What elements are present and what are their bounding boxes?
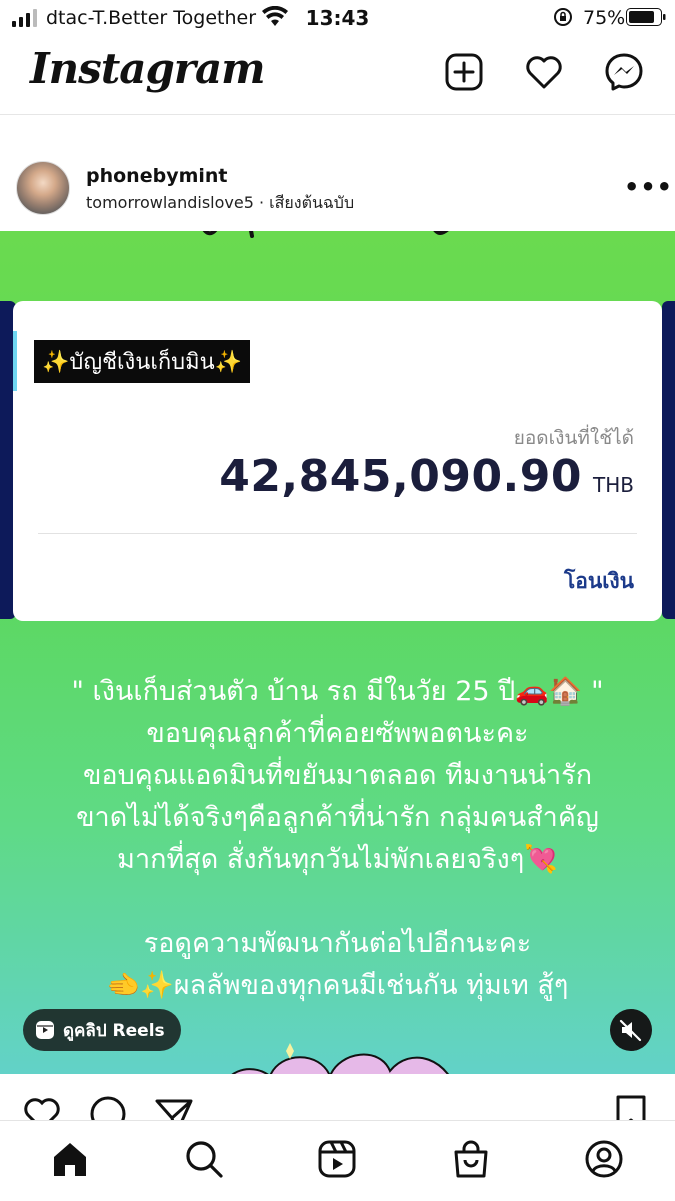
card-edge-right xyxy=(662,301,675,619)
reels-tab-icon[interactable] xyxy=(317,1139,357,1179)
clock: 13:43 xyxy=(305,6,370,30)
transfer-label: โอนเงิน xyxy=(563,569,634,593)
handwriting-decoration xyxy=(202,231,449,238)
post-username[interactable]: phonebymint xyxy=(86,165,228,187)
post-media[interactable]: ✨บัญชีเงินเก็บมิน✨ ยอดเงินที่ใช้ได้ 42,8… xyxy=(0,231,675,1074)
rotation-lock-icon xyxy=(554,8,572,26)
caption-line: ขอบคุณแอดมินที่ขยันมาตลอด ทีมงานน่ารัก xyxy=(82,760,593,791)
balance-label: ยอดเงินที่ใช้ได้ xyxy=(513,427,634,449)
watch-reels-button[interactable]: ดูคลิป Reels xyxy=(23,1009,181,1051)
more-options-icon[interactable]: ••• xyxy=(624,173,673,201)
app-header: Instagram xyxy=(0,36,675,115)
caption-line: รอดูความพัฒนากันต่อไปอีกนะคะ xyxy=(143,928,532,959)
balance-currency: THB xyxy=(593,473,634,497)
reels-icon xyxy=(36,1021,54,1039)
home-icon[interactable] xyxy=(50,1139,90,1179)
search-icon[interactable] xyxy=(184,1139,224,1179)
caption-line: 🫲✨ผลลัพของทุกคนมีเช่นกัน ทุ่มเท สู้ๆ xyxy=(106,970,569,1001)
post-header: phonebymint tomorrowlandislove5 · เสียงต… xyxy=(0,145,675,230)
caption-line: " เงินเก็บส่วนตัว บ้าน รถ มีในวัย 25 ปี🚗… xyxy=(71,676,604,707)
caption-line: ขาดไม่ได้จริงๆคือลูกค้าที่น่ารัก กลุ่มคน… xyxy=(76,802,599,833)
battery-percent: 75% xyxy=(583,7,626,29)
bookmark-icon[interactable] xyxy=(614,1094,648,1120)
post-actions xyxy=(0,1074,675,1120)
share-icon[interactable] xyxy=(154,1096,194,1120)
caption-line: มากที่สุด สั่งกันทุกวันไม่พักเลยจริงๆ💘 xyxy=(117,844,558,875)
card-accent xyxy=(13,331,17,391)
messenger-icon[interactable] xyxy=(604,52,644,92)
profile-icon[interactable] xyxy=(584,1139,624,1179)
sticker-decoration xyxy=(231,1043,449,1074)
shop-icon[interactable] xyxy=(451,1139,491,1179)
reels-label: ดูคลิป Reels xyxy=(63,1020,165,1041)
balance-amount: 42,845,090.90 xyxy=(219,451,582,502)
status-bar: dtac-T.Better Together 13:43 75% xyxy=(0,0,675,36)
like-heart-icon[interactable] xyxy=(22,1094,62,1120)
image-caption: " เงินเก็บส่วนตัว บ้าน รถ มีในวัย 25 ปี🚗… xyxy=(0,671,675,1007)
mute-icon[interactable] xyxy=(610,1009,652,1051)
battery-icon xyxy=(626,8,666,26)
comment-icon[interactable] xyxy=(88,1094,128,1120)
plus-square-icon[interactable] xyxy=(444,52,484,92)
heart-icon[interactable] xyxy=(524,52,564,92)
instagram-logo[interactable]: Instagram xyxy=(30,44,266,93)
account-tag: ✨บัญชีเงินเก็บมิน✨ xyxy=(34,340,251,383)
balance-card: ✨บัญชีเงินเก็บมิน✨ ยอดเงินที่ใช้ได้ 42,8… xyxy=(13,301,662,621)
post-audio-label[interactable]: tomorrowlandislove5 · เสียงต้นฉบับ xyxy=(86,191,354,216)
caption-line: ขอบคุณลูกค้าที่คอยซัพพอตนะคะ xyxy=(146,718,529,749)
avatar[interactable] xyxy=(16,161,70,215)
bottom-tab-bar xyxy=(0,1120,675,1201)
card-divider xyxy=(38,533,637,534)
